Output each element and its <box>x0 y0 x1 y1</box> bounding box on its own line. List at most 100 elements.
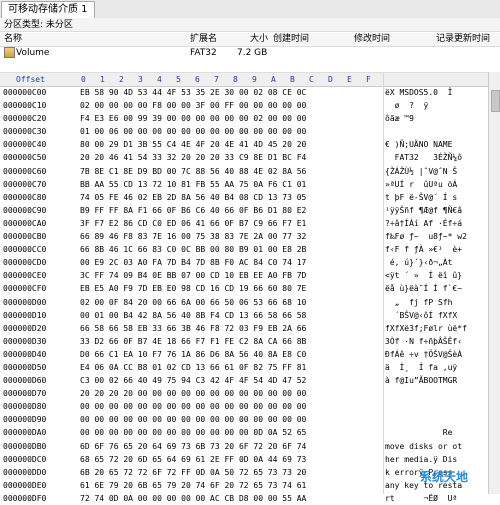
vertical-scrollbar[interactable] <box>488 72 500 494</box>
row-hex-bytes[interactable]: 00 00 00 00 00 00 00 00 00 00 00 00 00 0… <box>80 400 306 413</box>
hex-row: 000000C10 02 00 00 00 00 F8 00 00 3F 00 F… <box>0 99 488 112</box>
row-offset: 000000C30 <box>3 127 47 137</box>
col-name[interactable]: 名称 <box>4 33 22 46</box>
row-hex-bytes[interactable]: B9 FF FF 8A F1 66 0F B6 C6 40 66 0F B6 D… <box>80 204 306 217</box>
hex-row: 000000C30 01 00 06 00 00 00 00 00 00 00 0… <box>0 125 488 138</box>
row-hex-bytes[interactable]: 00 00 00 00 00 00 00 00 00 00 00 00 00 0… <box>80 413 306 426</box>
col-ext[interactable]: 扩展名 <box>190 33 217 46</box>
row-hex-bytes[interactable]: EB 58 90 4D 53 44 4F 53 35 2E 30 00 02 0… <box>80 86 306 99</box>
row-ascii[interactable]: »ªUÍ r ûUªu öÁ <box>385 178 485 191</box>
row-hex-bytes[interactable]: 00 01 00 B4 42 8A 56 40 8B F4 CD 13 66 5… <box>80 309 306 322</box>
spacer <box>0 60 500 72</box>
scrollbar-thumb[interactable] <box>491 90 500 112</box>
row-hex-bytes[interactable]: 66 58 66 58 EB 33 66 3B 46 F8 72 03 F9 E… <box>80 322 306 335</box>
row-ascii[interactable]: ëX MSDOS5.0 Î <box>385 86 485 99</box>
row-ascii[interactable]: f‰Fø ƒ~ u8ƒ~* w2 <box>385 230 485 243</box>
row-hex-bytes[interactable]: 20 20 20 20 00 00 00 00 00 00 00 00 00 0… <box>80 387 306 400</box>
row-hex-bytes[interactable]: D0 66 C1 EA 10 F7 76 1A 86 D6 8A 56 40 8… <box>80 348 306 361</box>
hex-col-E: E <box>347 75 352 84</box>
row-offset: 000000CC0 <box>3 245 47 255</box>
row-ascii[interactable]: {ŽÁŽÙ½ |ˆV@ˆN Š <box>385 165 485 178</box>
row-hex-bytes[interactable]: 00 E9 2C 03 A0 FA 7D B4 7D 8B F0 AC 84 C… <box>80 256 306 269</box>
hex-row: 000000CA0 3F F7 E2 86 CD C0 ED 06 41 66 0… <box>0 217 488 230</box>
hex-col-7: 7 <box>214 75 219 84</box>
tab-bar: 可移动存储介质 1 <box>0 0 500 19</box>
row-hex-bytes[interactable]: 00 00 00 00 00 00 00 00 00 00 00 00 0D 0… <box>80 426 306 439</box>
row-hex-bytes[interactable]: 3C FF 74 09 B4 0E BB 07 00 CD 10 EB EE A… <box>80 269 306 282</box>
row-ascii[interactable]: ëå ù}ëà˜Í Í f`€~ <box>385 282 485 295</box>
row-ascii[interactable]: € )Ñ;UÄNO NAME <box>385 138 485 151</box>
row-hex-bytes[interactable]: F4 E3 E6 00 99 39 00 00 00 00 00 00 02 0… <box>80 112 306 125</box>
row-ascii[interactable]: Re <box>385 426 485 439</box>
row-ascii[interactable]: move disks or ot <box>385 440 485 453</box>
row-hex-bytes[interactable]: 01 00 06 00 00 00 00 00 00 00 00 00 00 0… <box>80 125 306 138</box>
row-hex-bytes[interactable]: 68 65 72 20 6D 65 64 69 61 2E FF 0D 0A 4… <box>80 453 306 466</box>
row-offset: 000000D70 <box>3 389 47 399</box>
row-hex-bytes[interactable]: 74 05 FE 46 02 EB 2D 8A 56 40 B4 08 CD 1… <box>80 191 306 204</box>
hex-col-8: 8 <box>233 75 238 84</box>
row-offset: 000000D20 <box>3 323 47 333</box>
row-offset: 000000DC0 <box>3 454 47 464</box>
hex-col-C: C <box>309 75 314 84</box>
row-hex-bytes[interactable]: 6B 20 65 72 72 6F 72 FF 0D 0A 50 72 65 7… <box>80 466 306 479</box>
row-hex-bytes[interactable]: BB AA 55 CD 13 72 10 81 FB 55 AA 75 0A F… <box>80 178 306 191</box>
row-hex-bytes[interactable]: 80 00 29 D1 3B 55 C4 4E 4F 20 4E 41 4D 4… <box>80 138 306 151</box>
hex-row: 000000C00 EB 58 90 4D 53 44 4F 53 35 2E 3… <box>0 86 488 99</box>
hex-col-A: A <box>271 75 276 84</box>
row-offset: 000000D50 <box>3 362 47 372</box>
col-modified[interactable]: 修改时间 <box>354 33 390 46</box>
row-offset: 000000D10 <box>3 310 47 320</box>
tab-removable-storage[interactable]: 可移动存储介质 1 <box>1 1 95 18</box>
row-hex-bytes[interactable]: 02 00 00 00 00 F8 00 00 3F 00 FF 00 00 0… <box>80 99 306 112</box>
row-offset: 000000CD0 <box>3 258 47 268</box>
row-ascii[interactable]: é, ú}´}‹ð¬„Àt <box>385 256 485 269</box>
row-offset: 000000DD0 <box>3 467 47 477</box>
row-hex-bytes[interactable]: 02 00 0F 84 20 00 66 6A 00 66 50 06 53 6… <box>80 296 306 309</box>
row-ascii[interactable]: f‹F f ƒÀ »€¹ è+ <box>385 243 485 256</box>
row-ascii[interactable]: „ fj fP Sfh <box>385 296 485 309</box>
row-hex-bytes[interactable]: 66 8B 46 1C 66 83 C0 0C BB 00 80 B9 01 0… <box>80 243 306 256</box>
col-created[interactable]: 创建时间 <box>273 33 309 46</box>
hex-row: 000000C90 B9 FF FF 8A F1 66 0F B6 C6 40 6… <box>0 204 488 217</box>
row-hex-bytes[interactable]: 33 D2 66 0F B7 4E 18 66 F7 F1 FE C2 8A C… <box>80 335 306 348</box>
row-hex-bytes[interactable]: C3 00 02 66 40 49 75 94 C3 42 4F 4F 54 4… <box>80 374 306 387</box>
row-ascii[interactable]: ´BŠV@‹ôÍ fXfX <box>385 309 485 322</box>
row-hex-bytes[interactable]: 7B 8E C1 8E D9 BD 00 7C 88 56 40 88 4E 0… <box>80 165 306 178</box>
row-hex-bytes[interactable]: 3F F7 E2 86 CD C0 ED 06 41 66 0F B7 C9 6… <box>80 217 306 230</box>
hex-row: 000000DB0 6D 6F 76 65 20 64 69 73 6B 73 2… <box>0 440 488 453</box>
row-hex-bytes[interactable]: E4 06 0A CC B8 01 02 CD 13 66 61 0F 82 7… <box>80 361 306 374</box>
hex-row: 000000CF0 EB E5 A0 F9 7D EB E0 98 CD 16 C… <box>0 282 488 295</box>
row-hex-bytes[interactable]: 66 89 46 F8 83 7E 16 00 75 38 83 7E 2A 0… <box>80 230 306 243</box>
row-hex-bytes[interactable]: 20 20 46 41 54 33 32 20 20 20 33 C9 8E D… <box>80 151 306 164</box>
hex-col-0: 0 <box>81 75 86 84</box>
row-ascii[interactable]: her media.ÿ Dis <box>385 453 485 466</box>
hex-row: 000000D90 00 00 00 00 00 00 00 00 00 00 0… <box>0 413 488 426</box>
col-record-updated[interactable]: 记录更新时间 <box>436 33 490 46</box>
row-ascii[interactable]: ø ? ÿ <box>385 99 485 112</box>
row-ascii[interactable]: t þF ë-ŠV@´ Í s <box>385 191 485 204</box>
hex-row: 000000D70 20 20 20 20 00 00 00 00 00 00 0… <box>0 387 488 400</box>
file-row-volume[interactable]: Volume FAT32 7.2 GB <box>0 47 500 60</box>
hex-col-1: 1 <box>100 75 105 84</box>
col-size[interactable]: 大小 <box>250 33 268 46</box>
hex-col-F: F <box>366 75 371 84</box>
row-ascii[interactable]: ä Ì¸ Í fa ‚uÿ <box>385 361 485 374</box>
row-hex-bytes[interactable]: EB E5 A0 F9 7D EB E0 98 CD 16 CD 19 66 6… <box>80 282 306 295</box>
row-offset: 000000D60 <box>3 376 47 386</box>
file-list-header: 名称 扩展名 大小 创建时间 修改时间 记录更新时间 <box>0 33 500 47</box>
row-ascii[interactable]: à f@Iu”ÃBOOTMGR <box>385 374 485 387</box>
hex-row: 000000D80 00 00 00 00 00 00 00 00 00 00 0… <box>0 400 488 413</box>
row-ascii[interactable]: ÐfÁê ÷v †ÖŠV@ŠèÀ <box>385 348 485 361</box>
row-ascii[interactable]: FAT32 3ÉŽÑ¼ô <box>385 151 485 164</box>
row-ascii[interactable]: ôãæ ™9 <box>385 112 485 125</box>
file-name: Volume <box>16 48 50 58</box>
row-ascii[interactable]: ?÷â†ÍÀí Af ·Éf÷á <box>385 217 485 230</box>
row-hex-bytes[interactable]: 61 6E 79 20 6B 65 79 20 74 6F 20 72 65 7… <box>80 479 306 492</box>
hex-row: 000000DA0 00 00 00 00 00 00 00 00 00 00 0… <box>0 426 488 439</box>
row-ascii[interactable]: 3Òf ·N f÷ñþÂŠÊf‹ <box>385 335 485 348</box>
row-ascii[interactable]: <ÿt ´ » Í ëî û} <box>385 269 485 282</box>
hex-col-5: 5 <box>176 75 181 84</box>
row-ascii[interactable]: fXfXë3f;Følr ùë*f <box>385 322 485 335</box>
row-ascii[interactable]: ¹ÿÿŠñf ¶Æ@f ¶Ñ€â <box>385 204 485 217</box>
row-hex-bytes[interactable]: 6D 6F 76 65 20 64 69 73 6B 73 20 6F 72 2… <box>80 440 306 453</box>
